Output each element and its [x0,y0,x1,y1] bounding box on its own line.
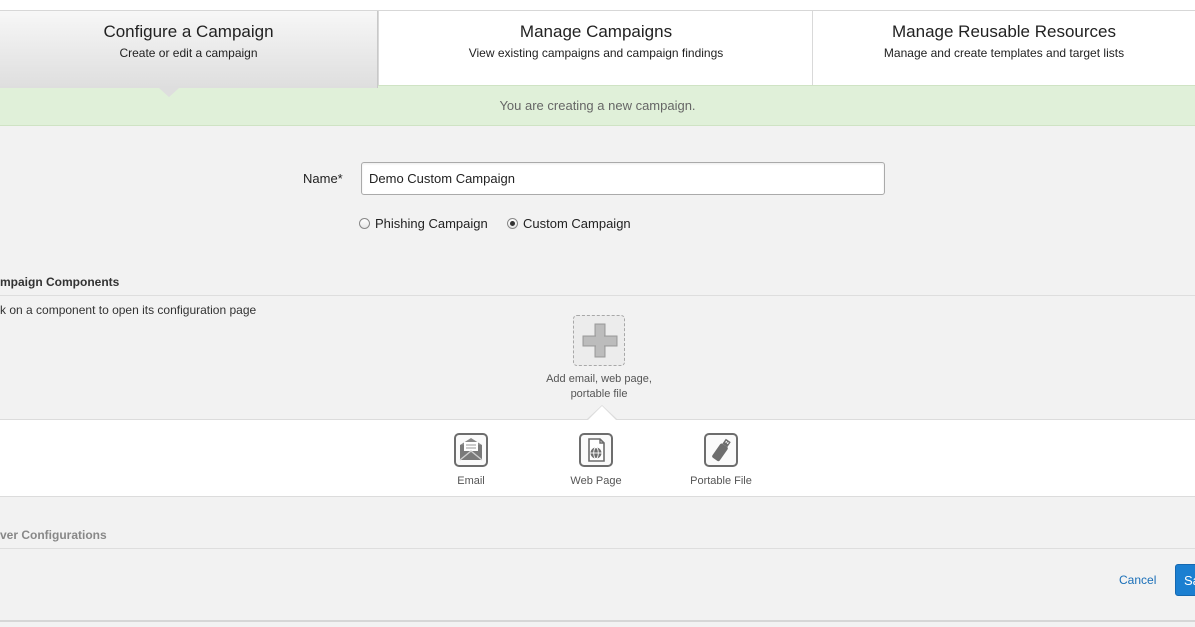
component-label: Web Page [570,475,622,487]
component-web-page[interactable]: Web Page [546,433,646,487]
add-component-caption: Add email, web page, portable file [530,372,668,402]
caption-line: portable file [570,388,628,400]
plus-icon [582,323,618,358]
bottom-border [0,620,1195,622]
picker-pointer [588,406,616,420]
cancel-link[interactable]: Cancel [1119,573,1156,587]
tab-title: Manage Reusable Resources [892,22,1116,41]
components-heading: mpaign Components [0,275,120,289]
tab-manage-resources[interactable]: Manage Reusable Resources Manage and cre… [812,11,1195,85]
tab-subtitle: Create or edit a campaign [119,46,258,60]
add-component-button[interactable] [573,315,625,366]
caption-line: Add email, web page, [546,373,652,385]
tab-title: Configure a Campaign [103,22,274,41]
save-button[interactable]: Sa [1175,564,1195,596]
components-hint: k on a component to open its configurati… [0,303,257,317]
tab-subtitle: View existing campaigns and campaign fin… [468,46,724,60]
tab-title: Manage Campaigns [519,22,673,41]
component-label: Portable File [690,475,752,487]
component-portable-file[interactable]: Portable File [671,433,771,487]
section-divider [0,295,1195,296]
radio-button[interactable] [359,218,370,229]
radio-label: Phishing Campaign [375,216,488,231]
main-tabs: Configure a Campaign Create or edit a ca… [0,11,1195,88]
tab-configure-campaign[interactable]: Configure a Campaign Create or edit a ca… [0,11,378,88]
tab-subtitle: Manage and create templates and target l… [883,46,1125,60]
usb-drive-icon [704,433,738,467]
active-tab-pointer [159,88,179,97]
radio-button-selected[interactable] [507,218,518,229]
radio-custom-campaign[interactable]: Custom Campaign [507,216,631,231]
radio-phishing-campaign[interactable]: Phishing Campaign [359,216,488,231]
component-email[interactable]: Email [421,433,521,487]
envelope-icon [454,433,488,467]
tab-manage-campaigns[interactable]: Manage Campaigns View existing campaigns… [378,11,813,85]
status-notice: You are creating a new campaign. [0,85,1195,126]
radio-label: Custom Campaign [523,216,631,231]
section-divider [0,548,1195,549]
campaign-name-input[interactable] [361,162,885,195]
server-configurations-heading: ver Configurations [0,528,107,542]
component-label: Email [457,475,485,487]
web-page-icon [579,433,613,467]
top-strip [0,0,1195,11]
name-label: Name* [303,171,343,186]
